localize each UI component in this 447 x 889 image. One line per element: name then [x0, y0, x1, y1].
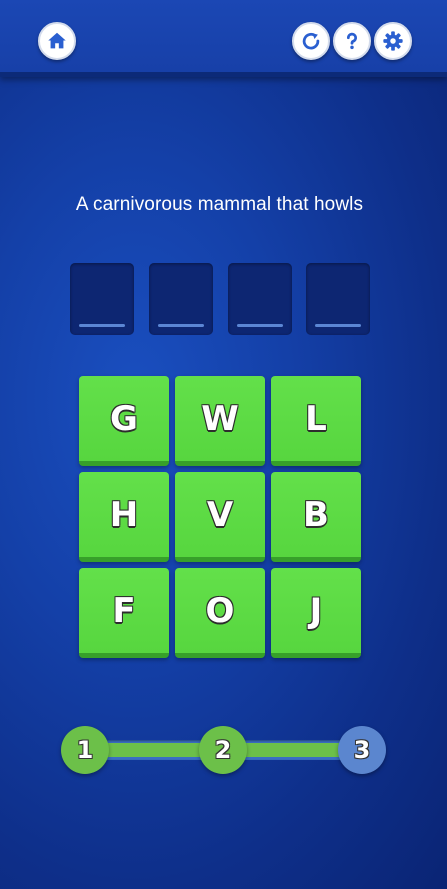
- settings-button[interactable]: [374, 22, 412, 60]
- answer-slot-2[interactable]: [149, 263, 213, 335]
- help-button[interactable]: [333, 22, 371, 60]
- clue-text: A carnivorous mammal that howls: [75, 194, 364, 215]
- letter-tile-f[interactable]: F: [79, 568, 169, 658]
- progress-fill: [238, 743, 348, 757]
- progress-track-2-3: [238, 740, 348, 760]
- letter-tile-b[interactable]: B: [271, 472, 361, 562]
- letter-tile-v[interactable]: V: [175, 472, 265, 562]
- answer-slot-3[interactable]: [228, 263, 292, 335]
- slot-underline: [158, 324, 204, 327]
- slot-underline: [79, 324, 125, 327]
- answer-slot-4[interactable]: [306, 263, 370, 335]
- letter-tile-j[interactable]: J: [271, 568, 361, 658]
- letter-tile-g[interactable]: G: [79, 376, 169, 466]
- level-step-2: 2: [199, 726, 247, 774]
- letter-tile-l[interactable]: L: [271, 376, 361, 466]
- restart-button[interactable]: [292, 22, 330, 60]
- top-bar: [0, 0, 447, 77]
- help-icon: [346, 32, 358, 50]
- answer-slot-1[interactable]: [70, 263, 134, 335]
- letter-tile-h[interactable]: H: [79, 472, 169, 562]
- settings-icon: [383, 31, 403, 51]
- slot-underline: [237, 324, 283, 327]
- letter-tile-w[interactable]: W: [175, 376, 265, 466]
- progress-fill: [100, 743, 210, 757]
- letter-tile-o[interactable]: O: [175, 568, 265, 658]
- level-step-1: 1: [61, 726, 109, 774]
- home-icon: [48, 32, 66, 49]
- level-step-3: 3: [338, 726, 386, 774]
- restart-icon: [302, 32, 320, 50]
- slot-underline: [315, 324, 361, 327]
- home-button[interactable]: [38, 22, 76, 60]
- progress-track-1-2: [100, 740, 210, 760]
